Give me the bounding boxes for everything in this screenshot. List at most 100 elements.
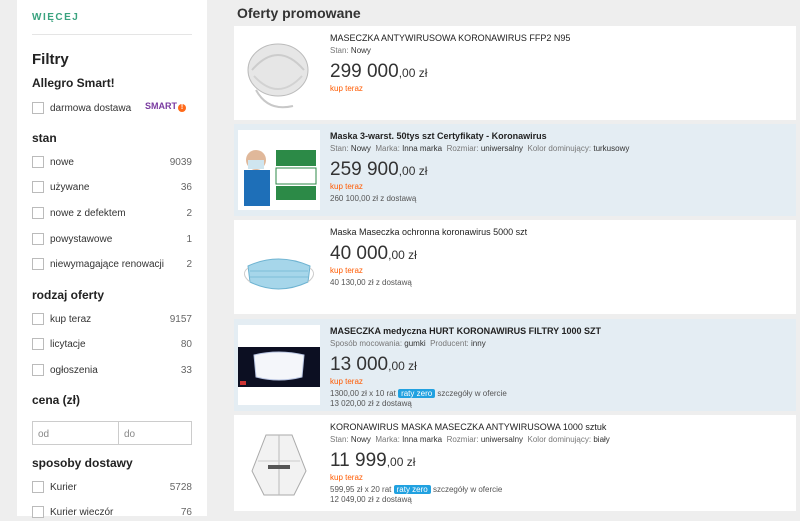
filter-condition-used[interactable]: używane 36 [32,180,192,196]
offer-type-section-title: rodzaj oferty [32,288,105,302]
offer-title[interactable]: Maska Maseczka ochronna koronawirus 5000… [330,227,790,237]
filter-label: używane [50,182,90,193]
checkbox[interactable] [32,338,44,350]
offer-image[interactable] [238,32,320,116]
offer-price: 40 000,00 zł [330,243,417,264]
offer-price: 259 900,00 zł [330,159,428,180]
checkbox[interactable] [32,181,44,193]
buy-now-label: kup teraz [330,84,363,93]
filter-label: niewymagające renowacji [50,259,164,270]
price-with-delivery: 13 020,00 zł z dostawą [330,399,412,408]
offer-attributes: Sposób mocowania: gumki Producent: inny [330,339,486,348]
offer-card[interactable]: MASECZKA ANTYWIRUSOWA KORONAWIRUS FFP2 N… [234,26,796,120]
filter-label: powystawowe [50,234,113,245]
filter-count: 80 [180,339,192,350]
condition-section-title: stan [32,131,57,145]
filter-buy-now[interactable]: kup teraz 9157 [32,312,192,328]
offer-image[interactable] [238,421,320,507]
checkbox[interactable] [32,102,44,114]
offer-card[interactable]: KORONAWIRUS MASKA MASECZKA ANTYWIRUSOWA … [234,415,796,511]
offer-title[interactable]: MASECZKA ANTYWIRUSOWA KORONAWIRUS FFP2 N… [330,33,790,43]
price-section-title: cena (zł) [32,393,81,407]
offer-info: MASECZKA medyczna HURT KORONAWIRUS FILTR… [330,326,790,408]
installment-info: 1300,00 zł x 10 rat raty zero szczegóły … [330,389,507,398]
filter-label: nowe [50,157,74,168]
offer-title[interactable]: MASECZKA medyczna HURT KORONAWIRUS FILTR… [330,326,790,336]
filter-courier-evening[interactable]: Kurier wieczór 76 [32,505,192,521]
checkbox[interactable] [32,364,44,376]
offer-title[interactable]: Maska 3-warst. 50tys szt Certyfikaty - K… [330,131,790,141]
filters-sidebar: WIĘCEJ Filtry Allegro Smart! darmowa dos… [17,0,207,518]
offer-image[interactable] [238,325,320,405]
filter-count: 76 [180,507,192,518]
filter-label: nowe z defektem [50,208,126,219]
checkbox[interactable] [32,233,44,245]
filter-label: ogłoszenia [50,365,98,376]
checkbox[interactable] [32,156,44,168]
offer-attributes: Stan: Nowy Marka: Inna marka Rozmiar: un… [330,435,610,444]
offer-info: Maska Maseczka ochronna koronawirus 5000… [330,227,790,287]
offer-price: 299 000,00 zł [330,61,428,82]
filter-count: 33 [180,365,192,376]
offer-title[interactable]: KORONAWIRUS MASKA MASECZKA ANTYWIRUSOWA … [330,422,790,432]
filter-courier[interactable]: Kurier 5728 [32,480,192,496]
offer-attributes: Stan: Nowy [330,46,371,55]
checkbox[interactable] [32,207,44,219]
offer-price: 13 000,00 zł [330,354,417,375]
raty-zero-badge: raty zero [398,389,436,398]
filter-label: licytacje [50,339,86,350]
offer-image[interactable] [238,226,320,310]
filter-label: darmowa dostawa [50,103,132,114]
offer-info: MASECZKA ANTYWIRUSOWA KORONAWIRUS FFP2 N… [330,33,790,93]
offer-card[interactable]: MASECZKA medyczna HURT KORONAWIRUS FILTR… [234,319,796,411]
buy-now-label: kup teraz [330,377,363,386]
raty-zero-badge: raty zero [393,485,431,494]
filter-condition-display[interactable]: powystawowe 1 [32,232,192,248]
filter-ads[interactable]: ogłoszenia 33 [32,363,192,379]
checkbox[interactable] [32,313,44,325]
filter-count: 2 [186,208,192,219]
filter-condition-new[interactable]: nowe 9039 [32,155,192,171]
filter-condition-new-defect[interactable]: nowe z defektem 2 [32,206,192,222]
smart-logo: SMART! [145,101,186,112]
more-link[interactable]: WIĘCEJ [32,12,79,23]
price-with-delivery: 12 049,00 zł z dostawą [330,495,412,504]
installment-info: 599,95 zł x 20 rat raty zero szczegóły w… [330,485,503,494]
offer-price: 11 999,00 zł [330,450,416,471]
filter-count: 36 [180,182,192,193]
offer-image[interactable] [238,130,320,210]
divider [32,34,192,35]
offer-card[interactable]: Maska 3-warst. 50tys szt Certyfikaty - K… [234,124,796,216]
price-with-delivery: 40 130,00 zł z dostawą [330,278,412,287]
offer-info: Maska 3-warst. 50tys szt Certyfikaty - K… [330,131,790,203]
offer-card[interactable]: Maska Maseczka ochronna koronawirus 5000… [234,220,796,314]
filter-free-delivery[interactable]: darmowa dostawa SMART! [32,101,192,117]
filter-count: 5728 [169,482,192,493]
filter-label: Kurier [50,482,77,493]
filter-count: 2 [186,259,192,270]
checkbox[interactable] [32,506,44,518]
offers-list: Oferty promowane MASECZKA ANTYWIRUSOWA K… [232,0,800,516]
filter-count: 1 [186,234,192,245]
filter-label: Kurier wieczór [50,507,114,518]
price-from-input[interactable]: od [32,421,119,445]
buy-now-label: kup teraz [330,473,363,482]
smart-mark-icon: ! [178,104,186,112]
buy-now-label: kup teraz [330,182,363,191]
filter-auctions[interactable]: licytacje 80 [32,337,192,353]
delivery-section-title: sposoby dostawy [32,456,133,470]
filter-condition-no-renovation[interactable]: niewymagające renowacji 2 [32,257,192,273]
checkbox[interactable] [32,258,44,270]
filters-title: Filtry [32,51,69,68]
price-with-delivery: 260 100,00 zł z dostawą [330,194,417,203]
buy-now-label: kup teraz [330,266,363,275]
filter-count: 9157 [169,314,192,325]
promoted-offers-title: Oferty promowane [237,5,361,21]
offer-attributes: Stan: Nowy Marka: Inna marka Rozmiar: un… [330,144,630,153]
filter-label: kup teraz [50,314,92,325]
checkbox[interactable] [32,481,44,493]
smart-section-title: Allegro Smart! [32,76,115,90]
offer-info: KORONAWIRUS MASKA MASECZKA ANTYWIRUSOWA … [330,422,790,504]
filter-count: 9039 [169,157,192,168]
price-to-input[interactable]: do [118,421,192,445]
